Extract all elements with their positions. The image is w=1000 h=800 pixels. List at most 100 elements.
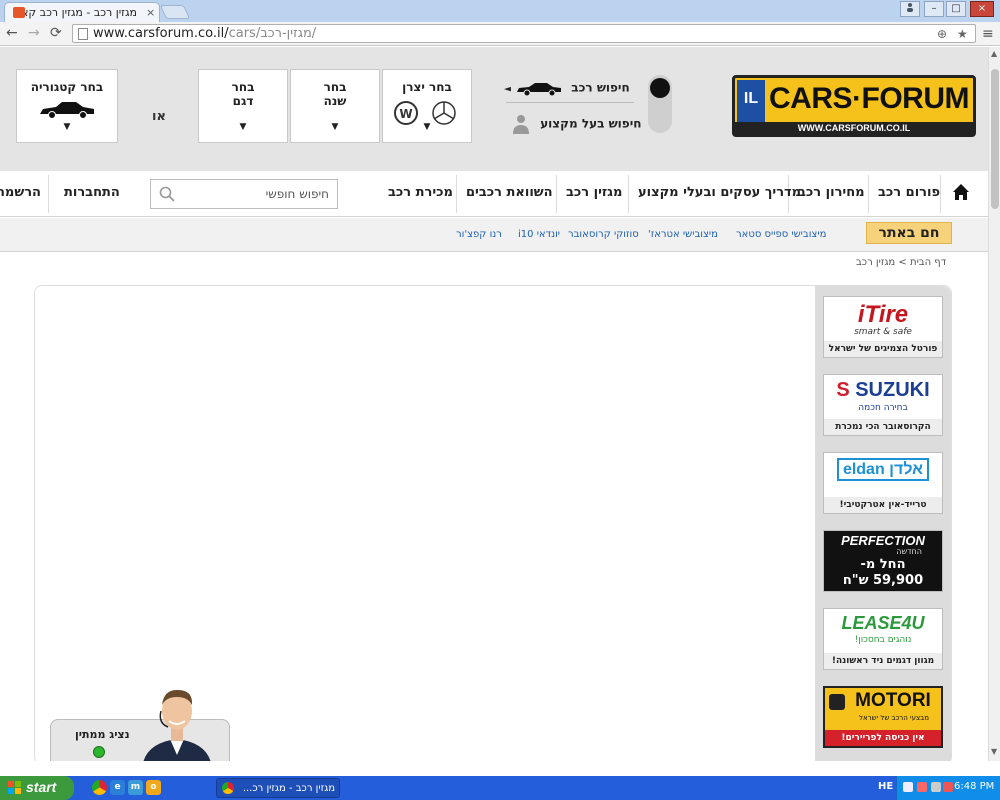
select-year[interactable]: בחר שנה ▼ [290, 69, 380, 143]
chat-title: נציג ממתין [75, 728, 130, 741]
forward-arrow-icon[interactable]: → [28, 25, 40, 41]
hot-link[interactable]: מיצובישי אטראז' [648, 229, 718, 240]
ad-suzuki-logo-text: SUZUKI [855, 379, 930, 401]
tray-volume-icon[interactable] [931, 782, 941, 792]
nav-item-magazine[interactable]: מגזין רכב [566, 185, 622, 200]
browser-tab[interactable]: מגזין רכב - מגזין רכב קארי × [4, 2, 160, 22]
ad-lease4u-caption: מגוון דגמים ניד ראשונה! [824, 653, 942, 669]
tray-network-icon[interactable] [903, 782, 913, 792]
ad-itire-logo: iTire [857, 301, 909, 328]
tray-security-icon[interactable] [917, 782, 927, 792]
ie-quicklaunch-icon[interactable]: e [110, 780, 125, 795]
ad-perfection-tagline: החדשה [896, 547, 922, 556]
page-scrollbar[interactable]: ▲ ▼ [988, 47, 1000, 761]
hot-label: חם באתר [866, 222, 952, 244]
new-tab-button[interactable] [159, 5, 191, 19]
ad-itire-caption: פורטל הצמיגים של ישראל [824, 341, 942, 357]
nav-separator [628, 175, 629, 213]
address-bar[interactable]: www.carsforum.co.il/cars/מגזין-רכב/ ⊕ ★ [72, 24, 976, 43]
nav-item-business-guide[interactable]: מדריך עסקים ובעלי מקצוע [638, 185, 801, 200]
os-taskbar: start e m o מגזין רכב - מגזין רכ... HE 6… [0, 776, 1000, 800]
ad-eldan-caption: טרייד-אין אטרקטיבי! [824, 497, 942, 513]
chevron-down-icon: ▼ [63, 122, 71, 132]
search-pro-label: חיפוש בעל מקצוע [540, 116, 642, 131]
chevron-down-icon: ▼ [331, 122, 339, 132]
chrome-quicklaunch-icon[interactable] [92, 780, 107, 795]
search-icon[interactable] [159, 186, 175, 202]
select-model-label: בחר דגם [231, 80, 255, 108]
start-label: start [26, 779, 57, 795]
search-pro-option[interactable]: חיפוש בעל מקצוע [510, 113, 641, 135]
tray-alert-icon[interactable] [943, 782, 953, 792]
ad-lease4u-logo: LEASE4U [841, 613, 925, 633]
messenger-quicklaunch-icon[interactable]: m [128, 780, 143, 795]
reload-icon[interactable]: ⟳ [50, 25, 62, 41]
select-model[interactable]: בחר דגם ▼ [198, 69, 288, 143]
hot-link[interactable]: רנו קפצ'ור [456, 229, 502, 240]
nav-separator [456, 175, 457, 213]
ad-suzuki[interactable]: S SUZUKI בחירה חכמה הקרוסאובר הכי נמכרת [823, 374, 943, 436]
browser-titlebar: מגזין רכב - מגזין רכב קארי × – □ × [0, 0, 1000, 22]
ad-itire[interactable]: iTire smart & safe פורטל הצמיגים של ישרא… [823, 296, 943, 358]
support-agent-avatar[interactable] [138, 681, 216, 761]
ad-lease4u[interactable]: LEASE4U נוהגים בחסכון! מגוון דגמים ניד ר… [823, 608, 943, 670]
breadcrumb: דף הבית > מגזין רכב [856, 257, 946, 268]
free-search-input[interactable]: חיפוש חופשי [150, 179, 338, 209]
select-category[interactable]: בחר קטגוריה ▼ [16, 69, 118, 143]
close-window-button[interactable]: × [970, 1, 994, 17]
tab-close-icon[interactable]: × [146, 6, 155, 19]
search-car-option[interactable]: חיפוש רכב ◄ [504, 80, 630, 97]
select-category-label: בחר קטגוריה [30, 80, 104, 94]
select-maker-label: בחר יצרן [402, 80, 452, 94]
select-maker[interactable]: בחר יצרן W ▼ [382, 69, 472, 143]
logo-il-plate: IL [737, 80, 765, 128]
site-logo[interactable]: IL CARS·FORUM WWW.CARSFORUM.CO.IL [732, 75, 976, 137]
ad-eldan-logo-text: eldan אלדן [836, 458, 930, 481]
ad-motori[interactable]: MOTORI מבצעי הרכב של ישראל אין כניסה לפר… [823, 686, 943, 748]
taskbar-chrome-window[interactable]: מגזין רכב - מגזין רכ... [216, 778, 340, 798]
chevron-down-icon: ▼ [423, 122, 431, 132]
nav-separator [48, 175, 49, 213]
hot-link[interactable]: סוזוקי קרוסאובר [568, 229, 639, 240]
back-arrow-icon[interactable]: ← [6, 25, 18, 41]
scroll-down-icon[interactable]: ▼ [991, 747, 997, 756]
browser-menu-icon[interactable]: ≡ [982, 26, 994, 42]
nav-item-login[interactable]: התחברות [64, 185, 120, 200]
nav-item-sell[interactable]: מכירת רכב [388, 185, 453, 200]
search-car-label: חיפוש רכב [571, 80, 630, 95]
scrollbar-thumb[interactable] [991, 69, 999, 209]
zoom-icon[interactable]: ⊕ [937, 27, 947, 41]
bookmark-star-icon[interactable]: ★ [957, 27, 968, 41]
minimize-button[interactable]: – [924, 1, 944, 17]
ad-perfection[interactable]: PERFECTION החדשה החל מ- 59,900 ש"ח [823, 530, 943, 592]
mode-divider [506, 102, 634, 103]
user-profile-icon[interactable] [900, 1, 920, 17]
nav-item-register[interactable]: הרשמה [0, 185, 41, 200]
chevron-down-icon: ▼ [239, 122, 247, 132]
sedan-icon [40, 102, 94, 119]
ad-eldan[interactable]: eldan אלדן טרייד-אין אטרקטיבי! [823, 452, 943, 514]
chrome-icon [222, 782, 234, 794]
nav-item-car-forum[interactable]: פורום רכב [878, 185, 940, 200]
ad-suzuki-tagline: בחירה חכמה [858, 403, 908, 413]
start-button[interactable]: start [0, 776, 74, 800]
car-icon [517, 83, 562, 97]
scroll-up-icon[interactable]: ▲ [991, 49, 997, 58]
breadcrumb-home[interactable]: דף הבית [910, 257, 946, 268]
maximize-button[interactable]: □ [946, 1, 966, 17]
ad-lease4u-tagline: נוהגים בחסכון! [854, 635, 912, 645]
worker-icon [513, 115, 529, 134]
hot-link[interactable]: יונדאי i10 [518, 229, 560, 240]
outlook-quicklaunch-icon[interactable]: o [146, 780, 161, 795]
hot-link[interactable]: מיצובישי ספייס סטאר [736, 229, 826, 240]
home-icon[interactable] [952, 183, 970, 201]
search-mode-toggle[interactable] [648, 75, 672, 133]
url-host: www.carsforum.co.il/ [93, 26, 229, 41]
nav-item-compare[interactable]: השוואת רכבים [466, 185, 553, 200]
ad-eldan-logo: eldan אלדן [824, 458, 942, 481]
language-indicator[interactable]: HE [878, 781, 893, 792]
site-favicon-icon [13, 7, 25, 18]
select-year-label: בחר שנה [323, 80, 347, 108]
clock[interactable]: 6:48 PM [954, 781, 994, 792]
nav-item-price-list[interactable]: מחירון רכב [798, 185, 865, 200]
